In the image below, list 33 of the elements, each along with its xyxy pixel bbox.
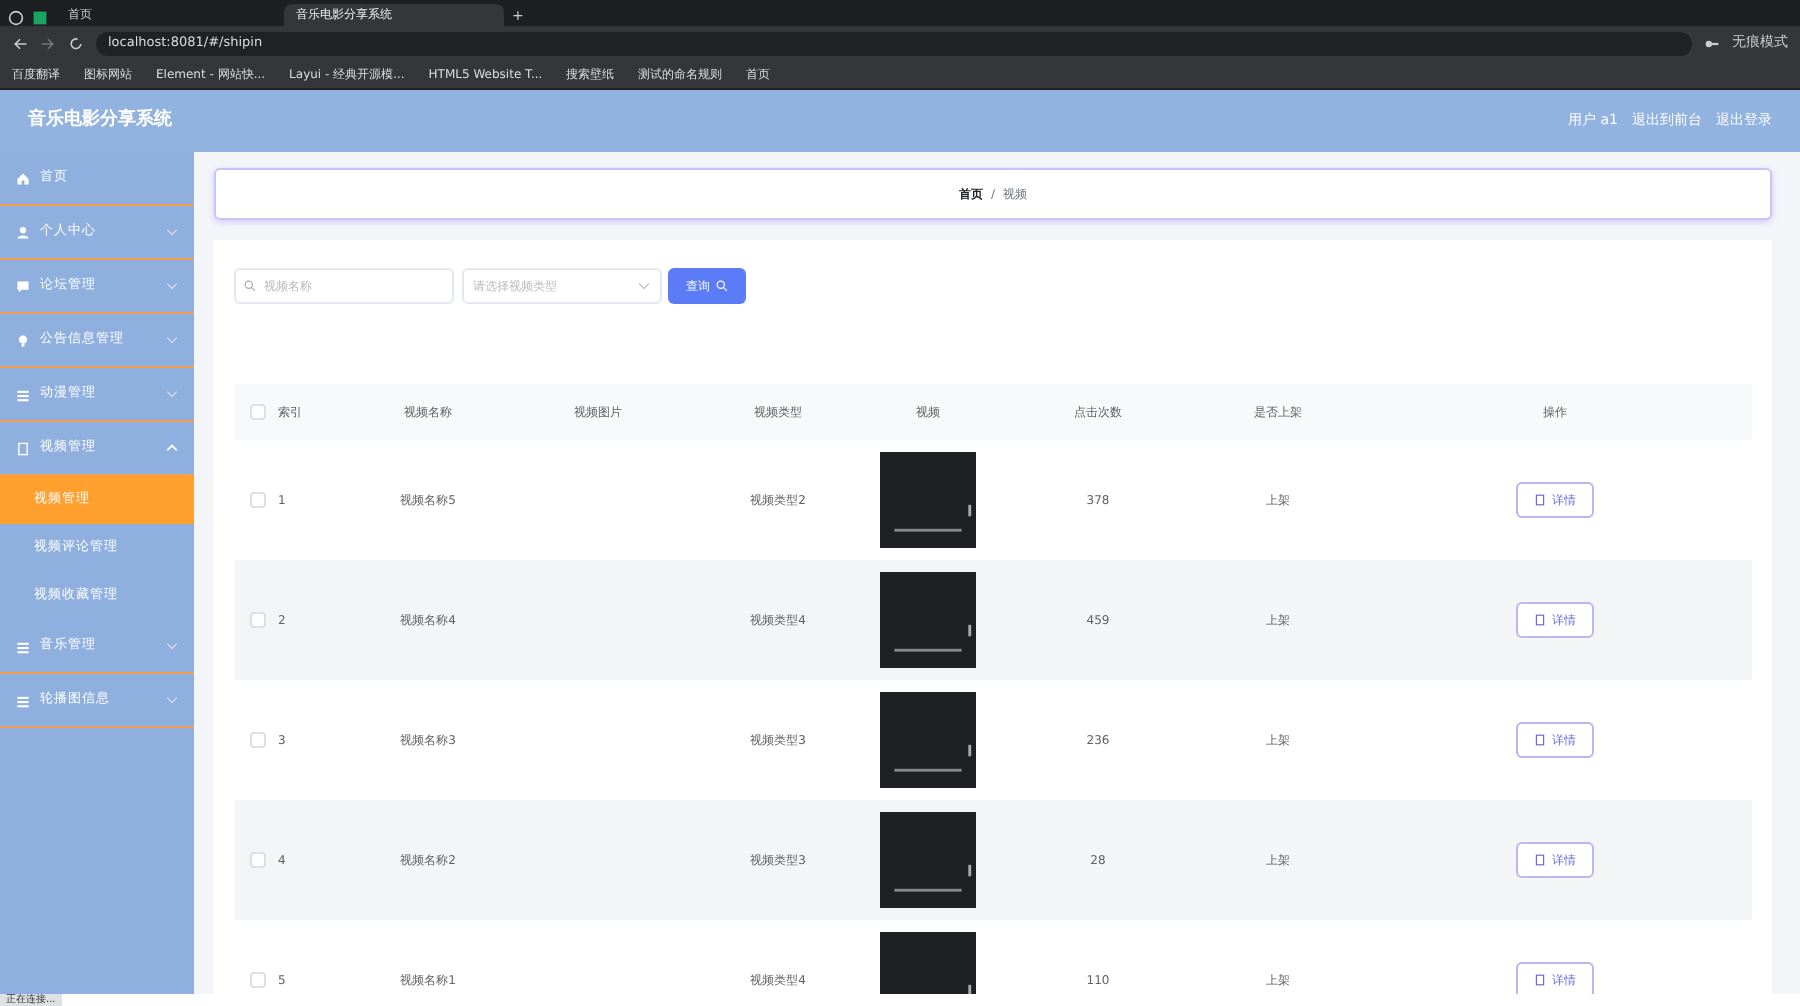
document-icon bbox=[1534, 974, 1546, 986]
select-all-checkbox[interactable] bbox=[250, 404, 266, 420]
document-icon bbox=[1534, 494, 1546, 506]
document-icon bbox=[1534, 614, 1546, 626]
back-icon[interactable] bbox=[12, 35, 28, 51]
video-player bbox=[880, 572, 976, 668]
forward-icon[interactable] bbox=[40, 35, 56, 51]
document-icon bbox=[16, 441, 30, 455]
list-icon bbox=[16, 387, 30, 401]
list-icon bbox=[16, 639, 30, 653]
bulb-icon bbox=[16, 333, 30, 347]
app-title: 音乐电影分享系统 bbox=[28, 107, 172, 134]
globe-icon bbox=[8, 10, 24, 26]
app-icon bbox=[32, 10, 48, 26]
key-icon bbox=[1704, 35, 1720, 51]
row-checkbox[interactable] bbox=[250, 612, 266, 628]
row-checkbox[interactable] bbox=[250, 852, 266, 868]
video-player bbox=[880, 692, 976, 788]
document-icon bbox=[1534, 854, 1546, 866]
reload-icon[interactable] bbox=[68, 35, 84, 51]
list-icon bbox=[16, 693, 30, 707]
search-icon bbox=[244, 280, 256, 292]
document-icon bbox=[1534, 734, 1546, 746]
row-checkbox[interactable] bbox=[250, 732, 266, 748]
video-player bbox=[880, 812, 976, 908]
row-checkbox[interactable] bbox=[250, 492, 266, 508]
video-player bbox=[880, 452, 976, 548]
user-icon bbox=[16, 225, 30, 239]
chevron-down-icon bbox=[637, 280, 649, 292]
chat-icon bbox=[16, 279, 30, 293]
home-icon bbox=[16, 171, 30, 185]
row-checkbox[interactable] bbox=[250, 972, 266, 988]
search-icon bbox=[716, 280, 728, 292]
